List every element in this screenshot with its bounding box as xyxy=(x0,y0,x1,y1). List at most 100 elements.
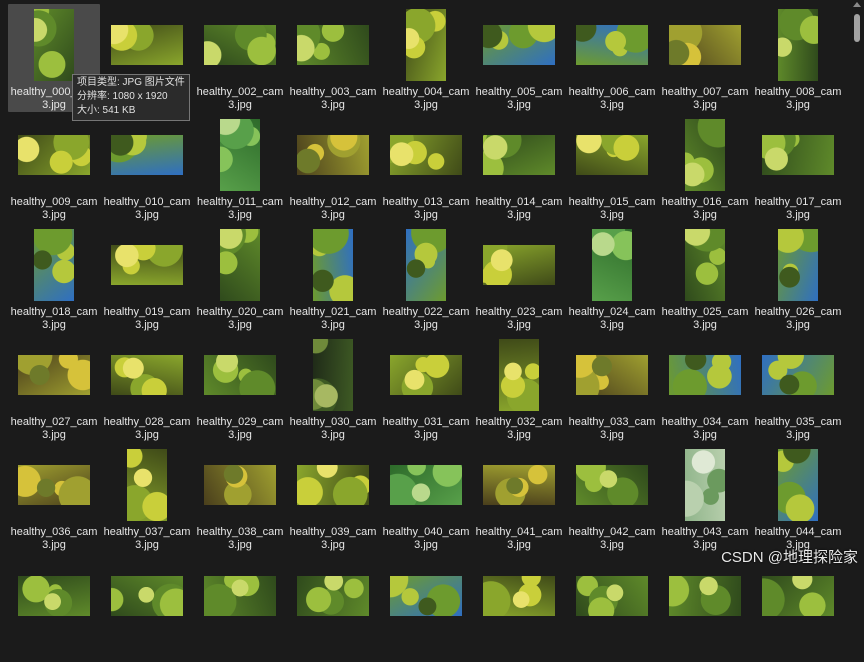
file-name: healthy_010_cam3.jpg xyxy=(103,196,191,221)
file-item[interactable]: healthy_009_cam3.jpg xyxy=(8,114,100,222)
image-thumbnail xyxy=(313,228,353,301)
file-item[interactable]: healthy_010_cam3.jpg xyxy=(101,114,193,222)
file-item[interactable]: healthy_013_cam3.jpg xyxy=(380,114,472,222)
file-item[interactable]: healthy_030_cam3.jpg xyxy=(287,334,379,442)
thumbnail-frame xyxy=(659,114,751,195)
file-item[interactable]: healthy_031_cam3.jpg xyxy=(380,334,472,442)
image-thumbnail xyxy=(685,118,725,191)
file-name: healthy_009_cam3.jpg xyxy=(10,196,98,221)
file-item[interactable]: healthy_041_cam3.jpg xyxy=(473,444,565,552)
image-thumbnail xyxy=(483,134,555,175)
file-item[interactable]: healthy_026_cam3.jpg xyxy=(752,224,844,332)
thumbnail-frame xyxy=(194,4,286,85)
file-name: healthy_033_cam3.jpg xyxy=(568,416,656,441)
file-item[interactable]: healthy_044_cam3.jpg xyxy=(752,444,844,552)
file-item[interactable]: healthy_006_cam3.jpg xyxy=(566,4,658,112)
tooltip-resolution: 分辨率: 1080 x 1920 xyxy=(77,91,168,102)
thumbnail-frame xyxy=(101,224,193,305)
image-thumbnail xyxy=(778,8,818,81)
image-thumbnail xyxy=(778,448,818,521)
image-thumbnail xyxy=(297,134,369,175)
file-tooltip: 项目类型: JPG 图片文件 分辨率: 1080 x 1920 大小: 541 … xyxy=(72,74,190,121)
file-item[interactable] xyxy=(8,554,100,662)
thumbnail-frame xyxy=(473,334,565,415)
image-thumbnail xyxy=(127,448,167,521)
file-item[interactable]: healthy_025_cam3.jpg xyxy=(659,224,751,332)
thumbnail-frame xyxy=(473,114,565,195)
thumbnail-frame xyxy=(473,4,565,85)
thumbnail-frame xyxy=(8,554,100,637)
file-item[interactable]: healthy_008_cam3.jpg xyxy=(752,4,844,112)
thumbnail-frame xyxy=(473,444,565,525)
file-item[interactable]: healthy_034_cam3.jpg xyxy=(659,334,751,442)
file-item[interactable]: healthy_027_cam3.jpg xyxy=(8,334,100,442)
file-item[interactable] xyxy=(752,554,844,662)
image-thumbnail xyxy=(297,464,369,505)
file-item[interactable]: healthy_018_cam3.jpg xyxy=(8,224,100,332)
file-item[interactable]: healthy_029_cam3.jpg xyxy=(194,334,286,442)
thumbnail-frame xyxy=(659,334,751,415)
file-item[interactable] xyxy=(101,554,193,662)
file-item[interactable]: healthy_024_cam3.jpg xyxy=(566,224,658,332)
file-item[interactable]: healthy_040_cam3.jpg xyxy=(380,444,472,552)
file-item[interactable]: healthy_038_cam3.jpg xyxy=(194,444,286,552)
vertical-scrollbar[interactable] xyxy=(850,0,864,571)
image-thumbnail xyxy=(483,575,555,616)
thumbnail-frame xyxy=(380,444,472,525)
file-item[interactable]: healthy_037_cam3.jpg xyxy=(101,444,193,552)
file-item[interactable]: healthy_036_cam3.jpg xyxy=(8,444,100,552)
file-item[interactable]: healthy_004_cam3.jpg xyxy=(380,4,472,112)
file-item[interactable]: healthy_007_cam3.jpg xyxy=(659,4,751,112)
file-item[interactable] xyxy=(659,554,751,662)
file-item[interactable]: healthy_019_cam3.jpg xyxy=(101,224,193,332)
file-name: healthy_006_cam3.jpg xyxy=(568,86,656,111)
thumbnail-frame xyxy=(380,554,472,637)
image-thumbnail xyxy=(406,228,446,301)
file-item[interactable]: healthy_023_cam3.jpg xyxy=(473,224,565,332)
thumbnail-frame xyxy=(659,444,751,525)
file-item[interactable]: healthy_033_cam3.jpg xyxy=(566,334,658,442)
file-item[interactable]: healthy_016_cam3.jpg xyxy=(659,114,751,222)
file-name: healthy_041_cam3.jpg xyxy=(475,526,563,551)
file-name: healthy_019_cam3.jpg xyxy=(103,306,191,331)
file-name: healthy_024_cam3.jpg xyxy=(568,306,656,331)
file-item[interactable]: healthy_035_cam3.jpg xyxy=(752,334,844,442)
scroll-up-arrow-icon[interactable] xyxy=(853,2,861,7)
file-item[interactable] xyxy=(473,554,565,662)
thumbnail-frame xyxy=(752,224,844,305)
file-name: healthy_017_cam3.jpg xyxy=(754,196,842,221)
file-name: healthy_035_cam3.jpg xyxy=(754,416,842,441)
file-name: healthy_030_cam3.jpg xyxy=(289,416,377,441)
file-item[interactable]: healthy_002_cam3.jpg xyxy=(194,4,286,112)
image-thumbnail xyxy=(18,354,90,395)
scroll-thumb[interactable] xyxy=(854,14,860,42)
file-item[interactable]: healthy_028_cam3.jpg xyxy=(101,334,193,442)
image-thumbnail xyxy=(778,228,818,301)
file-name: healthy_038_cam3.jpg xyxy=(196,526,284,551)
file-item[interactable] xyxy=(194,554,286,662)
image-thumbnail xyxy=(297,575,369,616)
file-item[interactable]: healthy_039_cam3.jpg xyxy=(287,444,379,552)
file-item[interactable]: healthy_005_cam3.jpg xyxy=(473,4,565,112)
image-thumbnail xyxy=(390,464,462,505)
thumbnail-frame xyxy=(566,114,658,195)
file-item[interactable]: healthy_012_cam3.jpg xyxy=(287,114,379,222)
file-item[interactable]: healthy_014_cam3.jpg xyxy=(473,114,565,222)
file-item[interactable]: healthy_043_cam3.jpg xyxy=(659,444,751,552)
file-item[interactable]: healthy_017_cam3.jpg xyxy=(752,114,844,222)
file-item[interactable]: healthy_020_cam3.jpg xyxy=(194,224,286,332)
thumbnail-frame xyxy=(752,4,844,85)
file-item[interactable]: healthy_032_cam3.jpg xyxy=(473,334,565,442)
file-item[interactable]: healthy_021_cam3.jpg xyxy=(287,224,379,332)
file-item[interactable]: healthy_015_cam3.jpg xyxy=(566,114,658,222)
file-item[interactable] xyxy=(287,554,379,662)
file-item[interactable]: healthy_042_cam3.jpg xyxy=(566,444,658,552)
file-item[interactable] xyxy=(380,554,472,662)
file-item[interactable]: healthy_003_cam3.jpg xyxy=(287,4,379,112)
file-item[interactable]: healthy_011_cam3.jpg xyxy=(194,114,286,222)
file-item[interactable]: healthy_022_cam3.jpg xyxy=(380,224,472,332)
file-item[interactable] xyxy=(566,554,658,662)
thumbnail-frame xyxy=(566,554,658,637)
file-name: healthy_021_cam3.jpg xyxy=(289,306,377,331)
thumbnail-frame xyxy=(473,224,565,305)
